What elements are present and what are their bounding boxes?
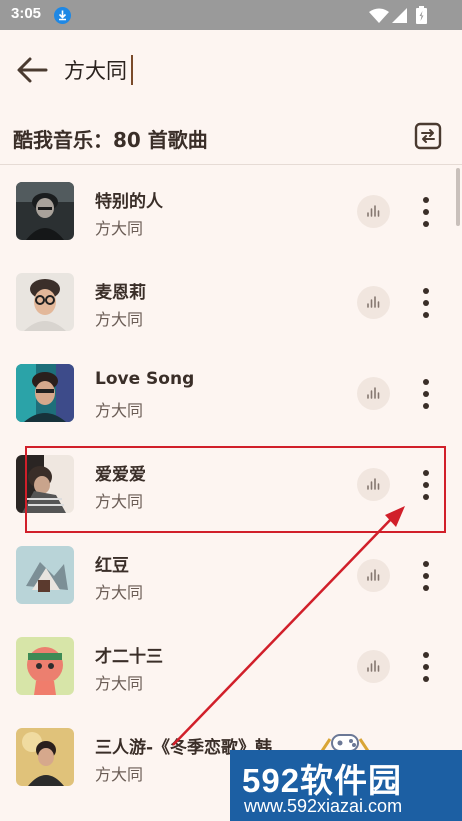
song-artist: 方大同 [95,219,144,238]
song-row[interactable]: 爱爱爱 方大同 [0,438,462,529]
repeat-icon[interactable] [414,122,442,150]
song-title: 红豆 [95,556,129,576]
equalizer-icon[interactable] [357,377,390,410]
song-title: 特别的人 [95,192,163,212]
equalizer-icon[interactable] [357,650,390,683]
album-cover [16,182,74,240]
song-artist: 方大同 [95,674,144,693]
song-artist: 方大同 [95,765,144,784]
song-row[interactable]: 特别的人 方大同 [0,165,462,256]
song-artist: 方大同 [95,401,144,420]
signal-icon [392,8,407,23]
more-options-icon[interactable] [416,377,436,411]
results-header: 酷我音乐：80 首歌曲 [0,110,462,165]
song-row[interactable]: 红豆 方大同 [0,529,462,620]
more-options-icon[interactable] [416,468,436,502]
song-row[interactable]: Love Song 方大同 [0,347,462,438]
song-artist: 方大同 [95,492,144,511]
song-artist: 方大同 [95,310,144,329]
song-title: 麦恩莉 [95,283,146,303]
equalizer-icon[interactable] [357,468,390,501]
text-cursor [131,55,133,85]
more-options-icon[interactable] [416,559,436,593]
watermark-url: www.592xiazai.com [244,796,403,816]
results-title: 酷我音乐：80 首歌曲 [13,128,208,152]
more-options-icon[interactable] [416,650,436,684]
album-cover [16,728,74,786]
album-cover [16,273,74,331]
album-cover [16,546,74,604]
song-title: Love Song [95,369,195,389]
more-options-icon[interactable] [416,195,436,229]
song-title: 爱爱爱 [95,465,146,485]
song-list: 特别的人 方大同 麦恩莉 方大同 Love Song 方大同 爱爱爱 方大同 红… [0,165,462,821]
scrollbar[interactable] [456,168,460,226]
song-row[interactable]: 麦恩莉 方大同 [0,256,462,347]
song-artist: 方大同 [95,583,144,602]
album-cover [16,364,74,422]
search-input[interactable] [64,52,424,88]
download-icon [54,7,71,24]
back-arrow-icon[interactable] [14,54,50,86]
watermark-brand: 592软件园 [242,762,403,799]
song-title: 才二十三 [95,647,163,667]
song-row[interactable]: 才二十三 方大同 [0,620,462,711]
album-cover [16,637,74,695]
watermark-logo: 592软件园 www.592xiazai.com [230,750,462,821]
status-time: 3:05 [11,5,42,22]
equalizer-icon[interactable] [357,286,390,319]
status-bar: 3:05 [0,0,462,30]
equalizer-icon[interactable] [357,559,390,592]
album-cover [16,455,74,513]
search-bar [0,30,462,110]
wifi-icon [369,8,389,23]
equalizer-icon[interactable] [357,195,390,228]
battery-icon [416,6,427,24]
more-options-icon[interactable] [416,286,436,320]
